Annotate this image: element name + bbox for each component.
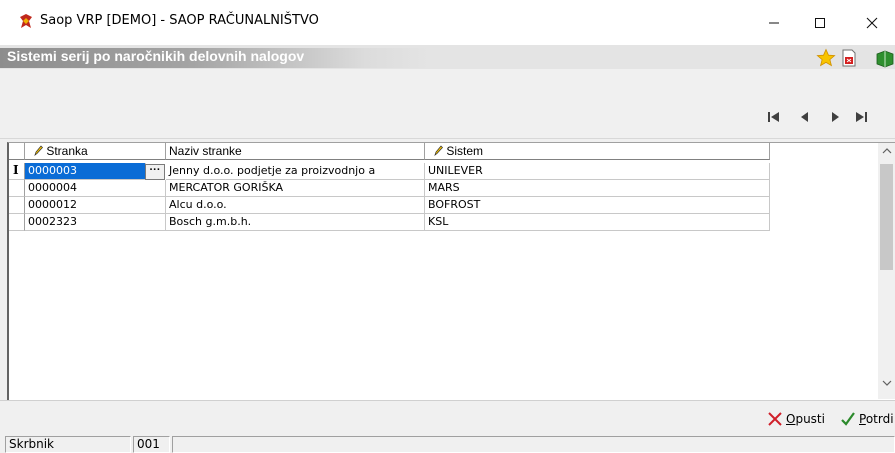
action-bar (0, 400, 895, 433)
previous-record-icon[interactable] (796, 110, 814, 124)
confirm-label: Potrdi (859, 412, 894, 426)
first-record-icon[interactable] (765, 110, 783, 124)
row-indicator[interactable] (9, 214, 25, 231)
cell-stranka[interactable]: 0000012 (25, 197, 166, 214)
cell-sistem[interactable]: MARS (425, 180, 770, 197)
cancel-label: Opusti (786, 412, 825, 426)
window-title: Saop VRP [DEMO] - SAOP RAČUNALNIŠTVO (40, 13, 319, 28)
column-header-stranka[interactable]: Stranka (25, 143, 166, 160)
form-caption: Sistemi serij po naročnikih delovnih nal… (7, 48, 305, 64)
cell-naziv-stranke[interactable]: Jenny d.o.o. podjetje za proizvodnjo a (166, 163, 425, 180)
close-button[interactable] (849, 0, 895, 45)
vertical-scrollbar[interactable] (878, 143, 895, 399)
column-label: Stranka (46, 144, 88, 158)
checkmark-icon (841, 412, 855, 426)
maximize-button[interactable] (797, 0, 843, 45)
column-header-naziv-stranke[interactable]: Naziv stranke (166, 143, 425, 160)
scroll-down-icon[interactable] (882, 379, 892, 387)
pencil-icon (434, 145, 443, 156)
cell-naziv-stranke[interactable]: Alcu d.o.o. (166, 197, 425, 214)
cell-sistem[interactable]: KSL (425, 214, 770, 231)
close-icon (866, 17, 878, 28)
cell-sistem[interactable]: UNILEVER (425, 163, 770, 180)
last-record-icon[interactable] (852, 110, 870, 124)
column-label: Naziv stranke (169, 144, 242, 158)
scrollbar-thumb[interactable] (880, 164, 893, 270)
status-message (172, 436, 895, 453)
status-code: 001 (133, 436, 170, 453)
status-user: Skrbnik (5, 436, 131, 453)
cell-sistem[interactable]: BOFROST (425, 197, 770, 214)
pdf-report-icon[interactable] (839, 48, 859, 68)
cell-stranka[interactable]: 0002323 (25, 214, 166, 231)
row-indicator[interactable] (9, 180, 25, 197)
scroll-up-icon[interactable] (882, 147, 892, 155)
cell-naziv-stranke[interactable]: MERCATOR GORIŠKA (166, 180, 425, 197)
lookup-ellipsis-button[interactable]: ··· (145, 164, 165, 180)
grid-corner (9, 143, 25, 160)
cancel-x-icon (768, 412, 782, 426)
row-indicator[interactable] (9, 197, 25, 214)
column-header-sistem[interactable]: Sistem (425, 143, 770, 160)
row-cursor-icon: I (13, 163, 19, 177)
column-label: Sistem (446, 144, 484, 158)
help-book-icon[interactable] (875, 48, 895, 68)
minimize-icon (769, 22, 779, 23)
app-window: Saop VRP [DEMO] - SAOP RAČUNALNIŠTVO Sis… (0, 0, 895, 453)
toolbar-area (0, 69, 895, 139)
cell-stranka[interactable]: 0000004 (25, 180, 166, 197)
cell-stranka[interactable]: 0000003 (25, 163, 146, 180)
cell-naziv-stranke[interactable]: Bosch g.m.b.h. (166, 214, 425, 231)
favorite-star-icon[interactable] (816, 48, 836, 68)
row-indicator[interactable]: I (9, 163, 25, 180)
next-record-icon[interactable] (826, 110, 844, 124)
confirm-button[interactable]: Potrdi (840, 410, 894, 428)
pencil-icon (34, 145, 43, 156)
title-bar[interactable]: Saop VRP [DEMO] - SAOP RAČUNALNIŠTVO (0, 0, 895, 45)
maximize-icon (815, 17, 825, 28)
app-logo-icon (20, 14, 32, 28)
cancel-button[interactable]: Opusti (767, 410, 825, 428)
minimize-button[interactable] (751, 0, 797, 45)
